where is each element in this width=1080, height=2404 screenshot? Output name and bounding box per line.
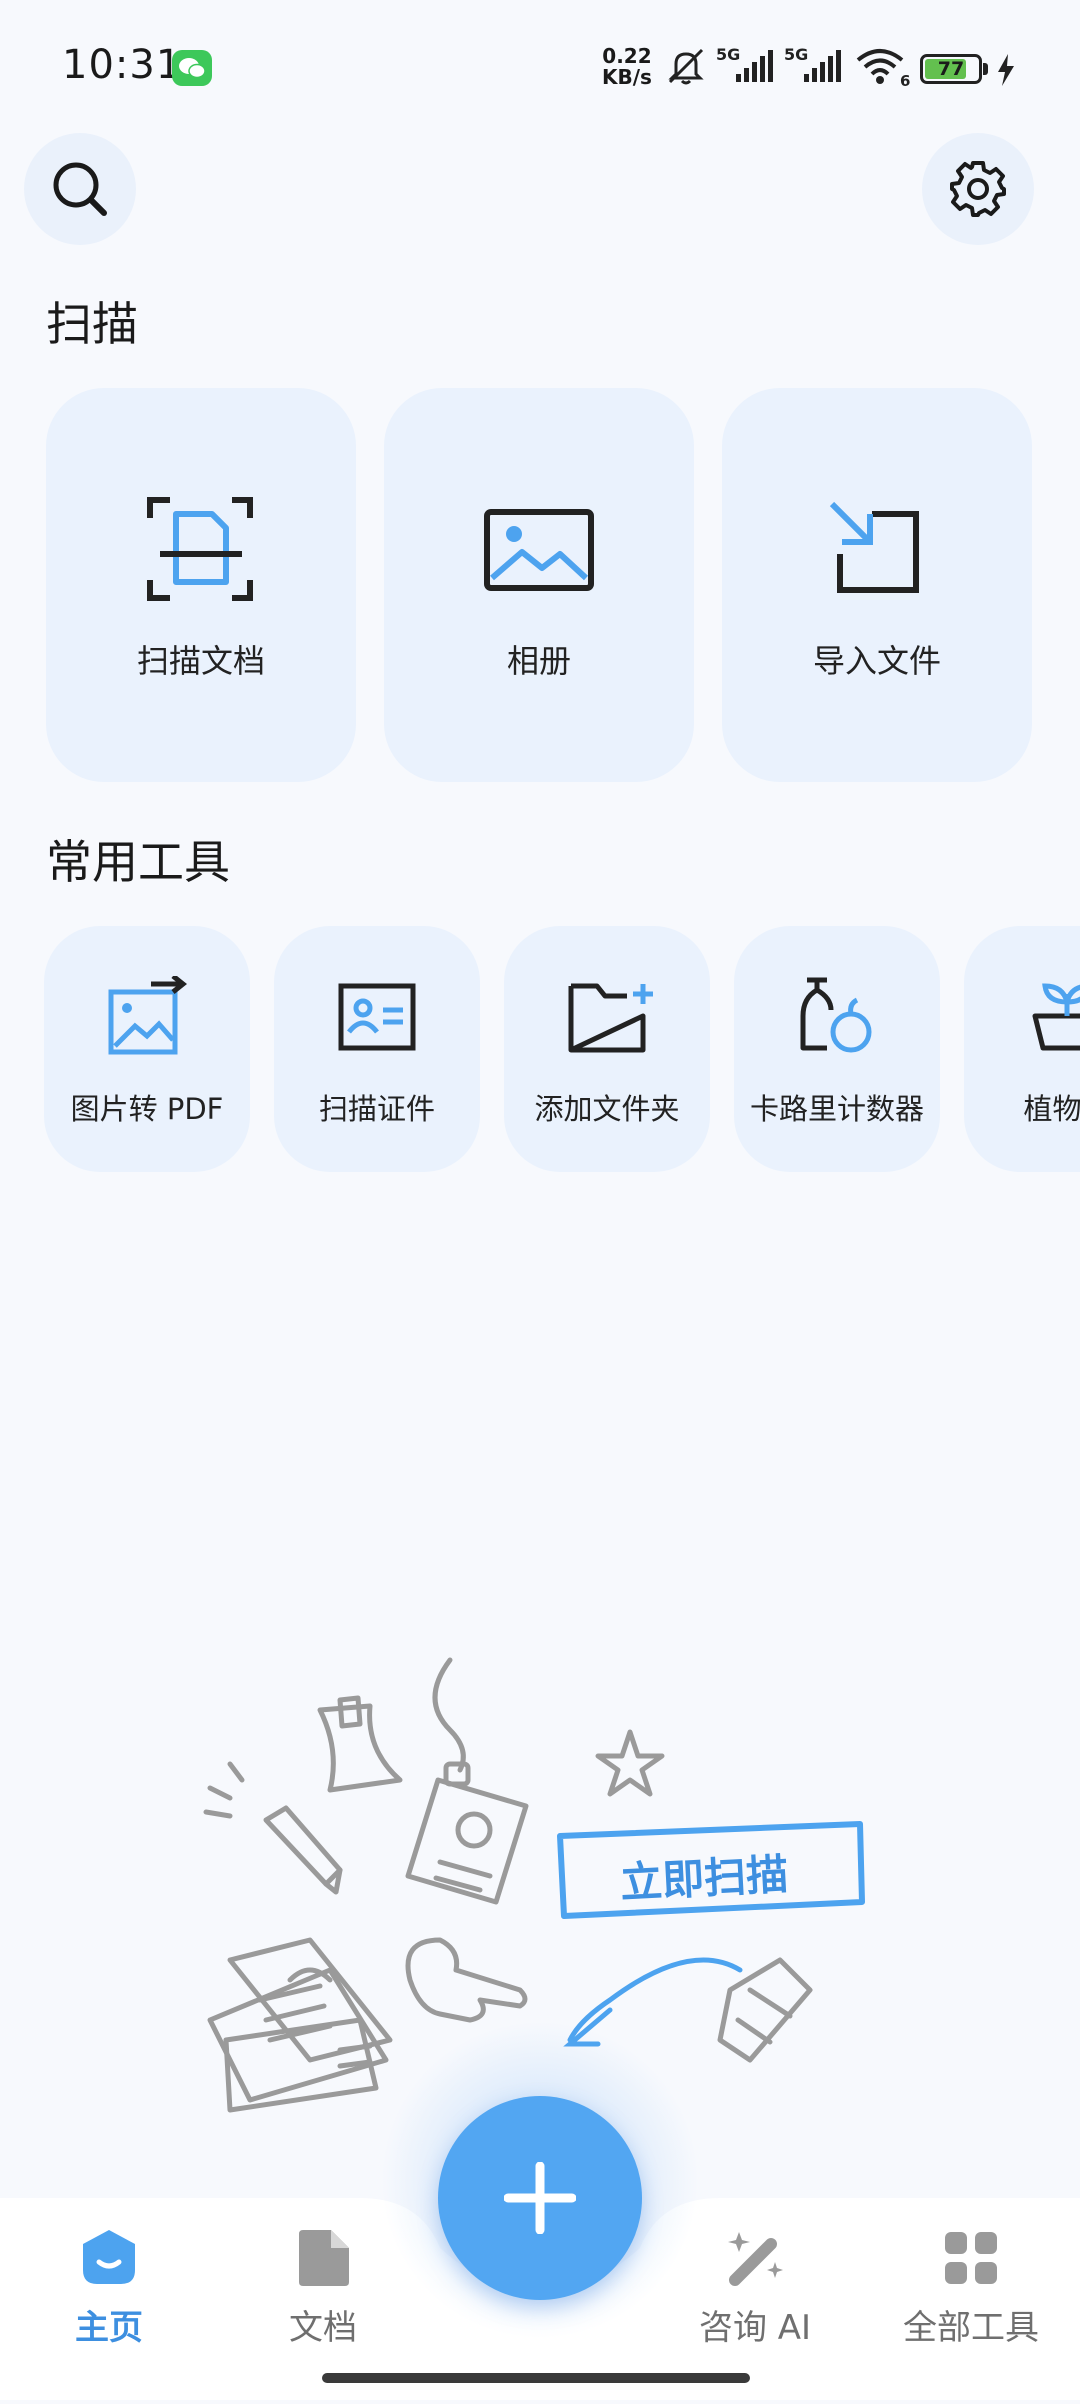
scan-document-label: 扫描文档 [136,642,265,680]
tool-scan-id-label: 扫描证件 [318,1092,435,1126]
network-speed: 0.22 KB/s [602,46,652,88]
id-card-icon [338,983,416,1051]
album-icon [484,509,594,591]
tool-plant-label: 植物扌 [1023,1092,1080,1126]
mute-icon [664,46,708,90]
nav-all-tools-label: 全部工具 [903,2308,1039,2348]
battery-tip [983,63,988,75]
album-label: 相册 [506,642,571,680]
search-button[interactable] [24,133,136,245]
net-speed-unit: KB/s [602,65,652,89]
gear-icon [950,161,1006,217]
scan-document-card[interactable]: 扫描文档 [46,388,356,782]
nav-documents[interactable]: 文档 [238,2228,408,2378]
plus-icon [504,2162,576,2234]
tool-calorie-counter[interactable]: 卡路里计数器 [734,926,940,1172]
signal-icon-2: 5G [784,44,848,90]
import-file-card[interactable]: 导入文件 [722,388,1032,782]
plant-icon [1032,983,1080,1051]
signal-icon: 5G [716,44,780,90]
add-folder-icon [568,983,653,1053]
nav-documents-label: 文档 [289,2308,357,2348]
tool-calorie-counter-label: 卡路里计数器 [749,1092,924,1126]
home-indicator[interactable] [322,2373,750,2383]
calorie-icon [800,977,872,1053]
signal-1-label: 5G [716,45,740,64]
add-scan-button[interactable] [438,2096,642,2300]
tool-scan-id[interactable]: 扫描证件 [274,926,480,1172]
import-icon [829,501,919,593]
wechat-icon [172,50,212,86]
grid-icon [945,2232,997,2284]
status-bar: 10:31 0.22 KB/s 5G 5G 6 77 [0,0,1080,130]
net-speed-value: 0.22 [602,44,652,68]
import-file-label: 导入文件 [812,642,941,680]
nav-home[interactable]: 主页 [24,2228,194,2378]
album-card[interactable]: 相册 [384,388,694,782]
scan-now-cta[interactable]: 立即扫描 [619,1841,790,1911]
nav-ask-ai[interactable]: 咨询 AI [670,2228,840,2378]
tool-add-folder[interactable]: 添加文件夹 [504,926,710,1172]
image-to-pdf-icon [108,976,187,1055]
wifi-label: 6 [900,72,910,88]
status-time: 10:31 [62,42,183,88]
search-icon [53,162,107,216]
tools-carousel[interactable]: 图片转 PDF 扫描证件 添加文件夹 卡路里计数器 植物 [0,926,1080,1176]
wifi-icon: 6 [856,48,912,92]
charging-icon [996,54,1016,90]
tool-image-to-pdf[interactable]: 图片转 PDF [44,926,250,1172]
battery-icon: 77 [920,54,982,84]
nav-home-label: 主页 [75,2308,143,2348]
scan-document-icon [147,497,253,601]
tools-section-title: 常用工具 [46,835,230,889]
tool-image-to-pdf-label: 图片转 PDF [70,1092,224,1126]
tool-plant[interactable]: 植物扌 [964,926,1080,1172]
battery-level: 77 [937,58,965,80]
settings-button[interactable] [922,133,1034,245]
signal-2-label: 5G [784,45,808,64]
nav-ask-ai-label: 咨询 AI [698,2308,812,2348]
ai-wand-icon [728,2232,783,2286]
nav-all-tools[interactable]: 全部工具 [886,2228,1056,2378]
scan-section-title: 扫描 [46,297,138,351]
tool-add-folder-label: 添加文件夹 [534,1092,680,1126]
home-icon [83,2230,135,2284]
document-icon [299,2230,349,2286]
